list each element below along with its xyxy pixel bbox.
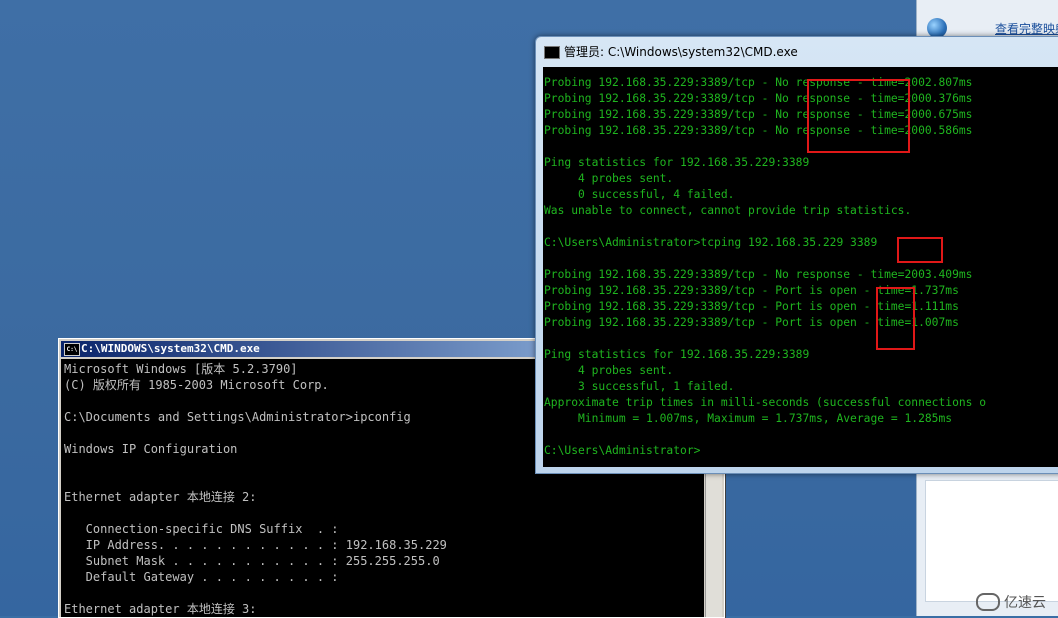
win7-cmd-window[interactable]: 管理员: C:\Windows\system32\CMD.exe Probing… bbox=[535, 36, 1058, 474]
console-line: Default Gateway . . . . . . . . . : bbox=[64, 570, 339, 584]
console-line: Probing 192.168.35.229:3389/tcp - No res… bbox=[544, 268, 973, 281]
console-line: Minimum = 1.007ms, Maximum = 1.737ms, Av… bbox=[544, 412, 953, 425]
console-line: Probing 192.168.35.229:3389/tcp - No res… bbox=[544, 92, 973, 105]
console-icon: C:\ bbox=[64, 343, 80, 356]
console-line: Approximate trip times in milli-seconds … bbox=[544, 396, 987, 409]
highlight-no-response bbox=[807, 79, 910, 153]
background-panel bbox=[925, 480, 1058, 602]
console-line: C:\Users\Administrator> bbox=[544, 444, 701, 457]
console-line: Was unable to connect, cannot provide tr… bbox=[544, 204, 912, 217]
console-line: IP Address. . . . . . . . . . . . : 192.… bbox=[64, 538, 447, 552]
xp-window-title: C:\WINDOWS\system32\CMD.exe bbox=[81, 342, 260, 355]
view-full-mapping-link[interactable]: 查看完整映射 bbox=[995, 20, 1058, 37]
console-line: Ping statistics for 192.168.35.229:3389 bbox=[544, 348, 810, 361]
console-line: Probing 192.168.35.229:3389/tcp - Port i… bbox=[544, 284, 959, 297]
win7-console-output[interactable]: Probing 192.168.35.229:3389/tcp - No res… bbox=[543, 67, 1058, 467]
win7-console-lines: Probing 192.168.35.229:3389/tcp - No res… bbox=[543, 67, 1058, 459]
console-line: Probing 192.168.35.229:3389/tcp - No res… bbox=[544, 124, 973, 137]
console-line: Ethernet adapter 本地连接 2: bbox=[64, 490, 257, 504]
console-line: 4 probes sent. bbox=[544, 364, 674, 377]
console-line: 3 successful, 1 failed. bbox=[544, 380, 735, 393]
globe-icon bbox=[927, 18, 947, 38]
highlight-port-open bbox=[876, 287, 915, 350]
console-line: 0 successful, 4 failed. bbox=[544, 188, 735, 201]
console-line: Probing 192.168.35.229:3389/tcp - Port i… bbox=[544, 300, 959, 313]
console-line: Probing 192.168.35.229:3389/tcp - No res… bbox=[544, 76, 973, 89]
win7-window-title: 管理员: C:\Windows\system32\CMD.exe bbox=[564, 45, 798, 59]
console-line: 4 probes sent. bbox=[544, 172, 674, 185]
console-line: Connection-specific DNS Suffix . : bbox=[64, 522, 339, 536]
console-line: C:\Users\Administrator>tcping 192.168.35… bbox=[544, 236, 878, 249]
console-line: Probing 192.168.35.229:3389/tcp - No res… bbox=[544, 108, 973, 121]
console-icon bbox=[544, 46, 560, 59]
console-line: Ping statistics for 192.168.35.229:3389 bbox=[544, 156, 810, 169]
watermark: 亿速云 bbox=[976, 592, 1046, 612]
console-line: Ethernet adapter 本地连接 3: bbox=[64, 602, 257, 616]
console-line: Subnet Mask . . . . . . . . . . . : 255.… bbox=[64, 554, 440, 568]
win7-window-titlebar[interactable]: 管理员: C:\Windows\system32\CMD.exe bbox=[544, 43, 798, 61]
watermark-text: 亿速云 bbox=[1004, 595, 1046, 611]
highlight-port-3389 bbox=[897, 237, 943, 263]
cloud-logo-icon bbox=[976, 593, 1000, 611]
console-line: Probing 192.168.35.229:3389/tcp - Port i… bbox=[544, 316, 959, 329]
